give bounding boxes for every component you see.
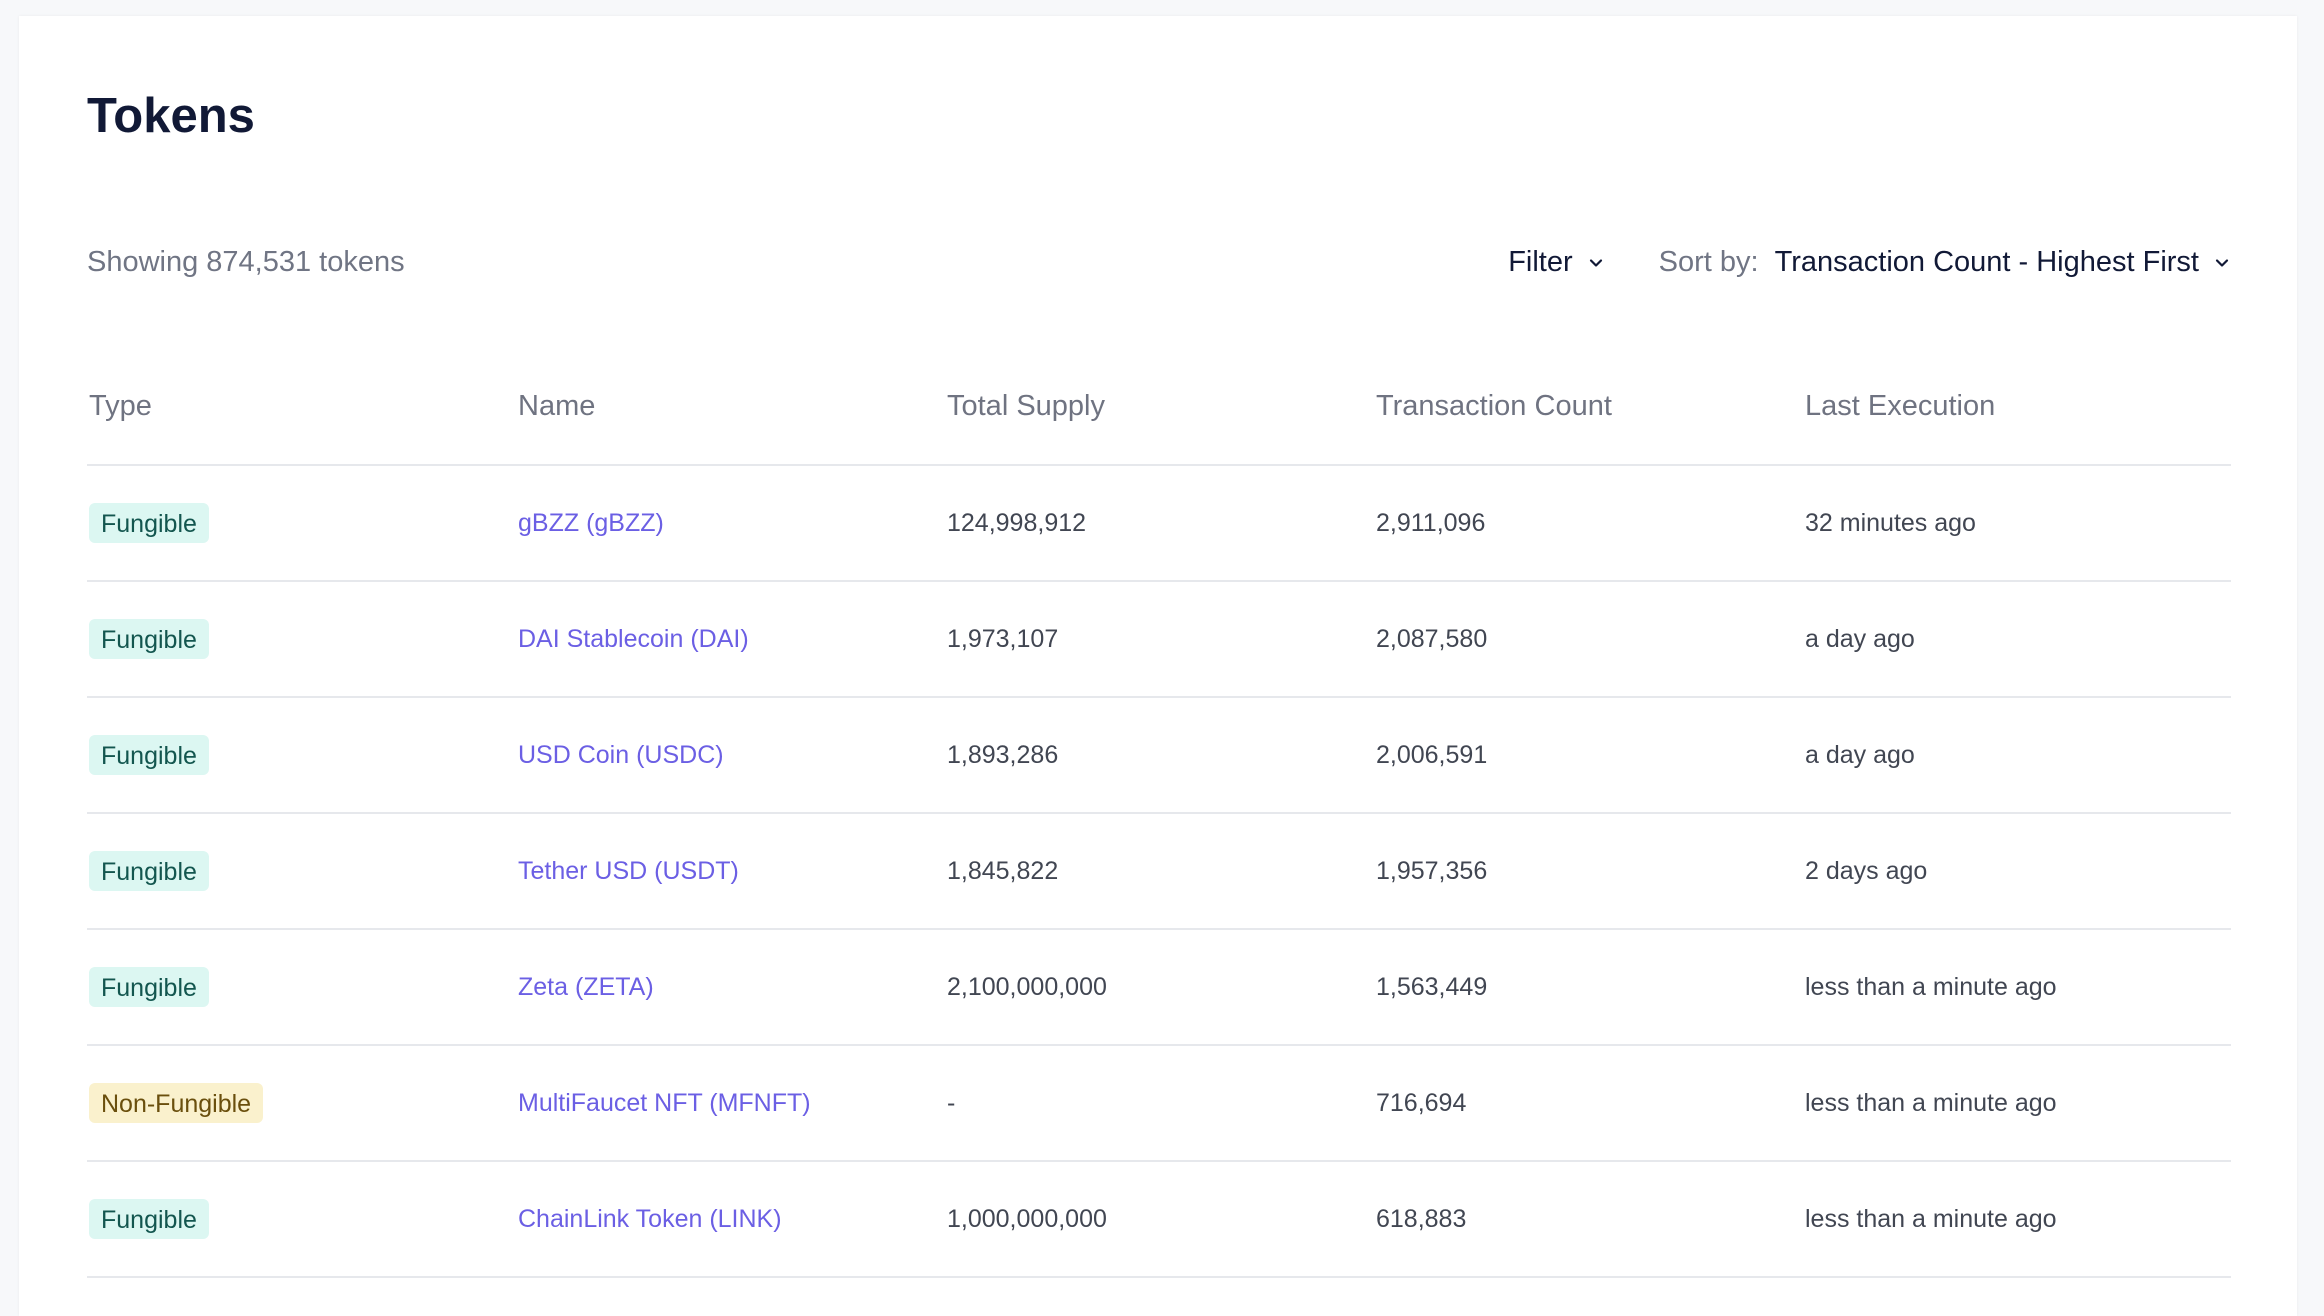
transaction-count-cell: 618,883 <box>1374 1161 1803 1278</box>
type-badge: Fungible <box>89 967 209 1007</box>
total-supply-cell: 1,000,000,000 <box>945 1161 1374 1278</box>
tokens-table-header: Type Name Total Supply Transaction Count… <box>87 348 2231 466</box>
total-supply-cell: 124,998,912 <box>945 465 1374 582</box>
column-header-total-supply: Total Supply <box>945 348 1374 466</box>
column-header-last-execution: Last Execution <box>1803 348 2231 466</box>
column-header-transaction-count: Transaction Count <box>1374 348 1803 466</box>
type-cell: Fungible <box>87 929 516 1046</box>
last-execution-cell: less than a minute ago <box>1803 1045 2231 1162</box>
type-badge: Fungible <box>89 619 209 659</box>
last-execution-cell: 2 days ago <box>1803 813 2231 930</box>
table-row: Fungible USD Coin (USDC) 1,893,286 2,006… <box>87 697 2231 814</box>
transaction-count-cell: 2,087,580 <box>1374 581 1803 698</box>
type-cell: Fungible <box>87 581 516 698</box>
type-badge: Fungible <box>89 851 209 891</box>
type-badge: Fungible <box>89 503 209 543</box>
sort-value: Transaction Count - Highest First <box>1774 246 2199 278</box>
total-supply-cell: - <box>945 1045 1374 1162</box>
transaction-count-cell: 2,911,096 <box>1374 465 1803 582</box>
total-supply-cell: 1,845,822 <box>945 813 1374 930</box>
header-row: Type Name Total Supply Transaction Count… <box>87 348 2231 466</box>
last-execution-cell: 32 minutes ago <box>1803 465 2231 582</box>
table-row: Fungible Tether USD (USDT) 1,845,822 1,9… <box>87 813 2231 930</box>
last-execution-cell: a day ago <box>1803 581 2231 698</box>
column-header-type: Type <box>87 348 516 466</box>
name-cell: Zeta (ZETA) <box>516 929 945 1046</box>
type-badge: Fungible <box>89 735 209 775</box>
name-cell: ChainLink Token (LINK) <box>516 1161 945 1278</box>
total-supply-cell: 1,973,107 <box>945 581 1374 698</box>
table-row: Fungible Zeta (ZETA) 2,100,000,000 1,563… <box>87 929 2231 1046</box>
table-row: Non-Fungible MultiFaucet NFT (MFNFT) - 7… <box>87 1045 2231 1162</box>
filter-dropdown[interactable]: Filter <box>1508 246 1604 279</box>
type-badge: Non-Fungible <box>89 1083 264 1123</box>
table-row: Fungible gBZZ (gBZZ) 124,998,912 2,911,0… <box>87 465 2231 582</box>
name-cell: Tether USD (USDT) <box>516 813 945 930</box>
type-cell: Fungible <box>87 813 516 930</box>
token-name-link[interactable]: USD Coin (USDC) <box>518 741 724 769</box>
table-controls: Filter Sort by: Transaction Count - High… <box>1508 246 2231 279</box>
chevron-down-icon <box>2215 258 2229 267</box>
table-row: Fungible DAI Stablecoin (DAI) 1,973,107 … <box>87 581 2231 698</box>
token-name-link[interactable]: MultiFaucet NFT (MFNFT) <box>518 1089 811 1117</box>
tokens-card: Tokens Showing 874,531 tokens Filter Sor… <box>19 16 2297 1316</box>
token-name-link[interactable]: Tether USD (USDT) <box>518 857 739 885</box>
type-cell: Non-Fungible <box>87 1045 516 1162</box>
token-name-link[interactable]: ChainLink Token (LINK) <box>518 1205 782 1233</box>
table-row: Fungible ChainLink Token (LINK) 1,000,00… <box>87 1161 2231 1278</box>
transaction-count-cell: 1,957,356 <box>1374 813 1803 930</box>
type-badge: Fungible <box>89 1199 209 1239</box>
last-execution-cell: less than a minute ago <box>1803 929 2231 1046</box>
column-header-name: Name <box>516 348 945 466</box>
transaction-count-cell: 1,563,449 <box>1374 929 1803 1046</box>
token-name-link[interactable]: Zeta (ZETA) <box>518 973 654 1001</box>
token-name-link[interactable]: gBZZ (gBZZ) <box>518 509 664 537</box>
chevron-down-icon <box>1589 258 1602 267</box>
tokens-table: Type Name Total Supply Transaction Count… <box>87 348 2231 1278</box>
name-cell: USD Coin (USDC) <box>516 697 945 814</box>
type-cell: Fungible <box>87 1161 516 1278</box>
name-cell: DAI Stablecoin (DAI) <box>516 581 945 698</box>
type-cell: Fungible <box>87 465 516 582</box>
page-title: Tokens <box>87 89 255 143</box>
name-cell: MultiFaucet NFT (MFNFT) <box>516 1045 945 1162</box>
results-count: Showing 874,531 tokens <box>87 246 405 278</box>
last-execution-cell: less than a minute ago <box>1803 1161 2231 1278</box>
token-name-link[interactable]: DAI Stablecoin (DAI) <box>518 625 749 653</box>
name-cell: gBZZ (gBZZ) <box>516 465 945 582</box>
type-cell: Fungible <box>87 697 516 814</box>
last-execution-cell: a day ago <box>1803 697 2231 814</box>
total-supply-cell: 2,100,000,000 <box>945 929 1374 1046</box>
sort-dropdown[interactable]: Transaction Count - Highest First <box>1775 246 2231 279</box>
tokens-toolbar: Showing 874,531 tokens Filter Sort by: T… <box>87 230 2231 290</box>
filter-label: Filter <box>1508 246 1573 278</box>
sort-label: Sort by: <box>1658 246 1759 278</box>
tokens-table-body: Fungible gBZZ (gBZZ) 124,998,912 2,911,0… <box>87 465 2231 1278</box>
total-supply-cell: 1,893,286 <box>945 697 1374 814</box>
transaction-count-cell: 2,006,591 <box>1374 697 1803 814</box>
transaction-count-cell: 716,694 <box>1374 1045 1803 1162</box>
